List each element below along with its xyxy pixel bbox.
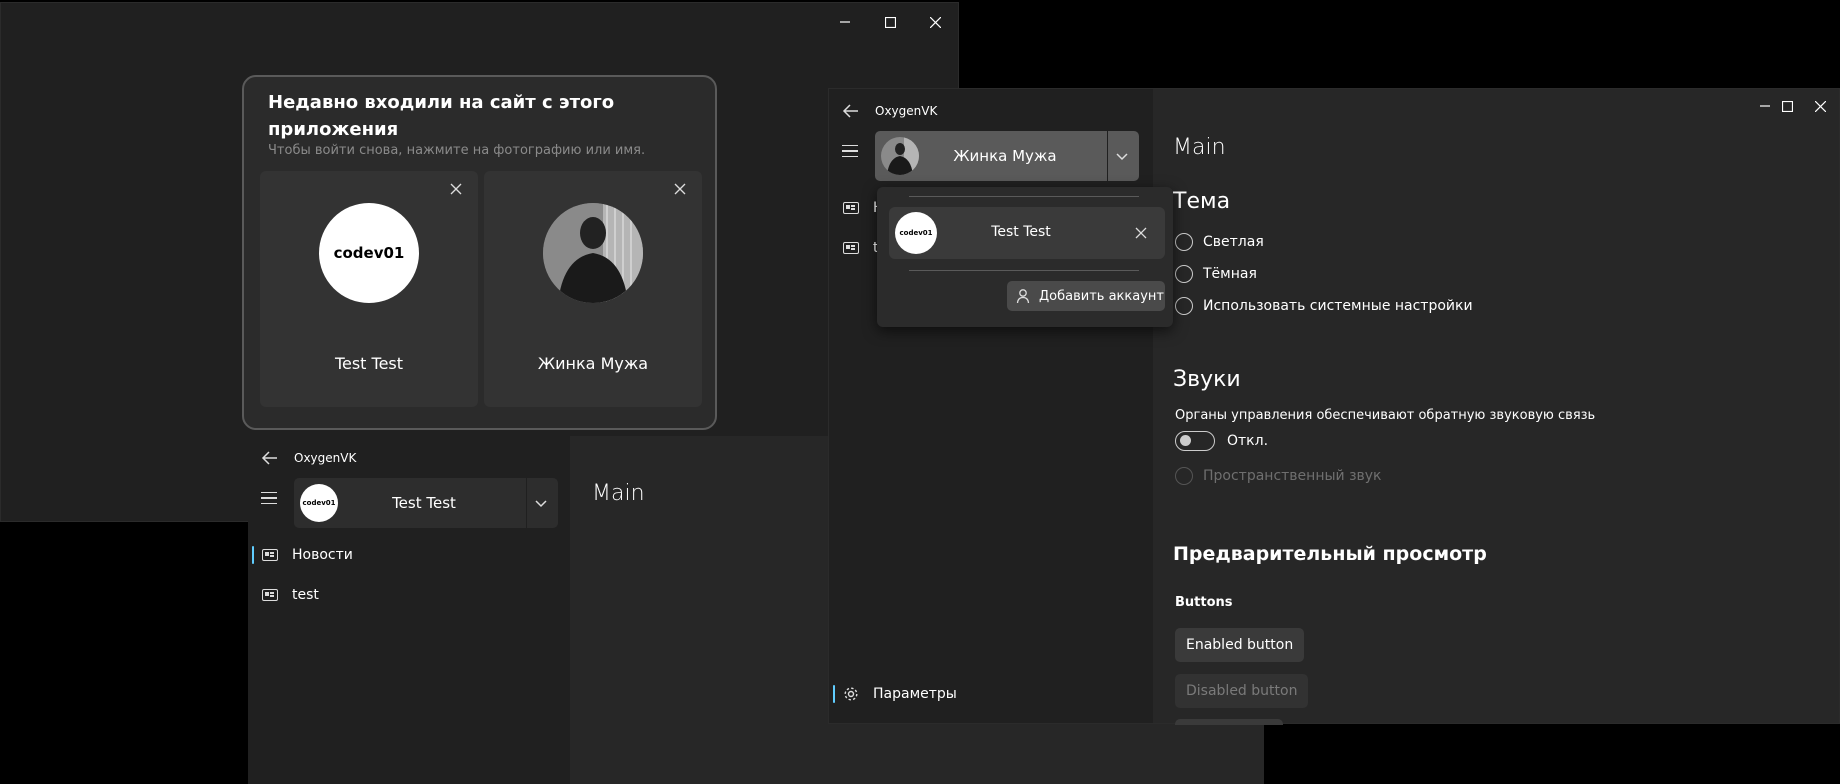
theme-light-radio[interactable] xyxy=(1175,233,1193,251)
account-name: Жинка Мужа xyxy=(953,147,1057,165)
chevron-down-icon[interactable] xyxy=(534,496,548,515)
theme-system-radio[interactable] xyxy=(1175,297,1193,315)
divider xyxy=(1107,131,1108,181)
account-card[interactable]: codev01 Test Test xyxy=(260,171,478,407)
close-icon[interactable] xyxy=(1131,223,1151,243)
nav-item-settings[interactable]: Параметры xyxy=(843,676,957,712)
sound-toggle-state: Откл. xyxy=(1227,433,1269,449)
news-icon xyxy=(262,549,278,561)
news-icon xyxy=(843,202,859,214)
hamburger-menu-icon[interactable] xyxy=(261,492,277,504)
account-name[interactable]: Test Test xyxy=(260,354,478,373)
account-name: Test Test xyxy=(392,494,456,512)
disabled-button: Disabled button xyxy=(1175,674,1309,708)
gear-icon xyxy=(844,687,858,701)
avatar[interactable]: codev01 xyxy=(319,203,419,303)
avatar-text: codev01 xyxy=(899,229,933,237)
preview-heading: Предварительный просмотр xyxy=(1173,543,1487,565)
flyout-account-item[interactable]: codev01 Test Test xyxy=(889,207,1165,259)
back-arrow-icon[interactable] xyxy=(260,448,280,468)
news-icon xyxy=(843,242,859,254)
nav-item-test[interactable]: t xyxy=(843,230,879,266)
spatial-sound-label: Пространственный звук xyxy=(1203,468,1382,484)
page-title: Main xyxy=(1173,135,1226,160)
theme-heading: Тема xyxy=(1173,189,1231,214)
app-title: OxygenVK xyxy=(294,451,357,465)
divider xyxy=(526,478,527,528)
account-name: Test Test xyxy=(991,224,1051,240)
app-title: OxygenVK xyxy=(875,104,938,118)
account-name[interactable]: Жинка Мужа xyxy=(484,354,702,373)
close-icon[interactable] xyxy=(670,179,690,199)
nav-item-label: test xyxy=(292,587,319,603)
add-account-button[interactable]: Добавить аккаунт xyxy=(1007,281,1165,311)
divider xyxy=(909,196,1139,197)
back-arrow-icon[interactable] xyxy=(841,101,861,121)
close-window-button[interactable] xyxy=(1802,91,1838,121)
settings-window: Main Тема Светлая Тёмная Использовать си… xyxy=(828,88,1840,725)
recent-accounts-dialog: Недавно входили на сайт с этого приложен… xyxy=(242,75,717,430)
theme-light-label: Светлая xyxy=(1203,234,1264,250)
minimize-button[interactable] xyxy=(825,7,865,37)
maximize-button[interactable] xyxy=(1772,91,1802,121)
nav-item-news[interactable]: Новости xyxy=(262,537,353,573)
news-icon xyxy=(262,589,278,601)
hamburger-menu-icon[interactable] xyxy=(842,145,858,157)
nav-item-label: Параметры xyxy=(873,686,957,702)
close-window-button[interactable] xyxy=(915,7,955,37)
account-selector[interactable]: codev01 Test Test xyxy=(294,478,558,528)
account-flyout: codev01 Test Test Добавить аккаунт xyxy=(877,187,1173,327)
content-area: Main Тема Светлая Тёмная Использовать си… xyxy=(1153,89,1839,725)
sounds-heading: Звуки xyxy=(1173,367,1241,392)
selection-indicator xyxy=(833,685,835,703)
close-icon[interactable] xyxy=(446,179,466,199)
maximize-button[interactable] xyxy=(870,7,910,37)
selection-indicator xyxy=(252,546,254,564)
account-card[interactable]: Жинка Мужа xyxy=(484,171,702,407)
avatar xyxy=(881,137,919,175)
page-title: Main xyxy=(592,481,645,506)
add-account-label: Добавить аккаунт xyxy=(1039,288,1164,304)
theme-dark-label: Тёмная xyxy=(1203,266,1257,282)
photo-image xyxy=(881,137,919,175)
partial-button xyxy=(1175,719,1283,725)
sound-toggle[interactable] xyxy=(1175,431,1215,451)
sounds-description: Органы управления обеспечивают обратную … xyxy=(1175,408,1596,423)
dialog-title: Недавно входили на сайт с этого приложен… xyxy=(268,92,615,140)
divider xyxy=(909,270,1139,271)
enabled-button[interactable]: Enabled button xyxy=(1175,628,1305,662)
account-selector[interactable]: Жинка Мужа xyxy=(875,131,1139,181)
theme-dark-radio[interactable] xyxy=(1175,265,1193,283)
dialog-subtitle: Чтобы войти снова, нажмите на фотографию… xyxy=(268,143,646,158)
person-icon xyxy=(1016,289,1030,304)
avatar: codev01 xyxy=(895,212,937,254)
avatar: codev01 xyxy=(300,484,338,522)
avatar-text: codev01 xyxy=(333,244,405,262)
theme-system-label: Использовать системные настройки xyxy=(1203,298,1473,314)
avatar[interactable] xyxy=(543,203,643,303)
avatar-text: codev01 xyxy=(302,499,336,507)
photo-image xyxy=(543,203,643,303)
nav-item-label: Новости xyxy=(292,547,353,563)
chevron-down-icon[interactable] xyxy=(1115,149,1129,168)
buttons-heading: Buttons xyxy=(1175,595,1233,610)
spatial-sound-checkbox[interactable] xyxy=(1175,467,1193,485)
nav-item-test[interactable]: test xyxy=(262,577,319,613)
